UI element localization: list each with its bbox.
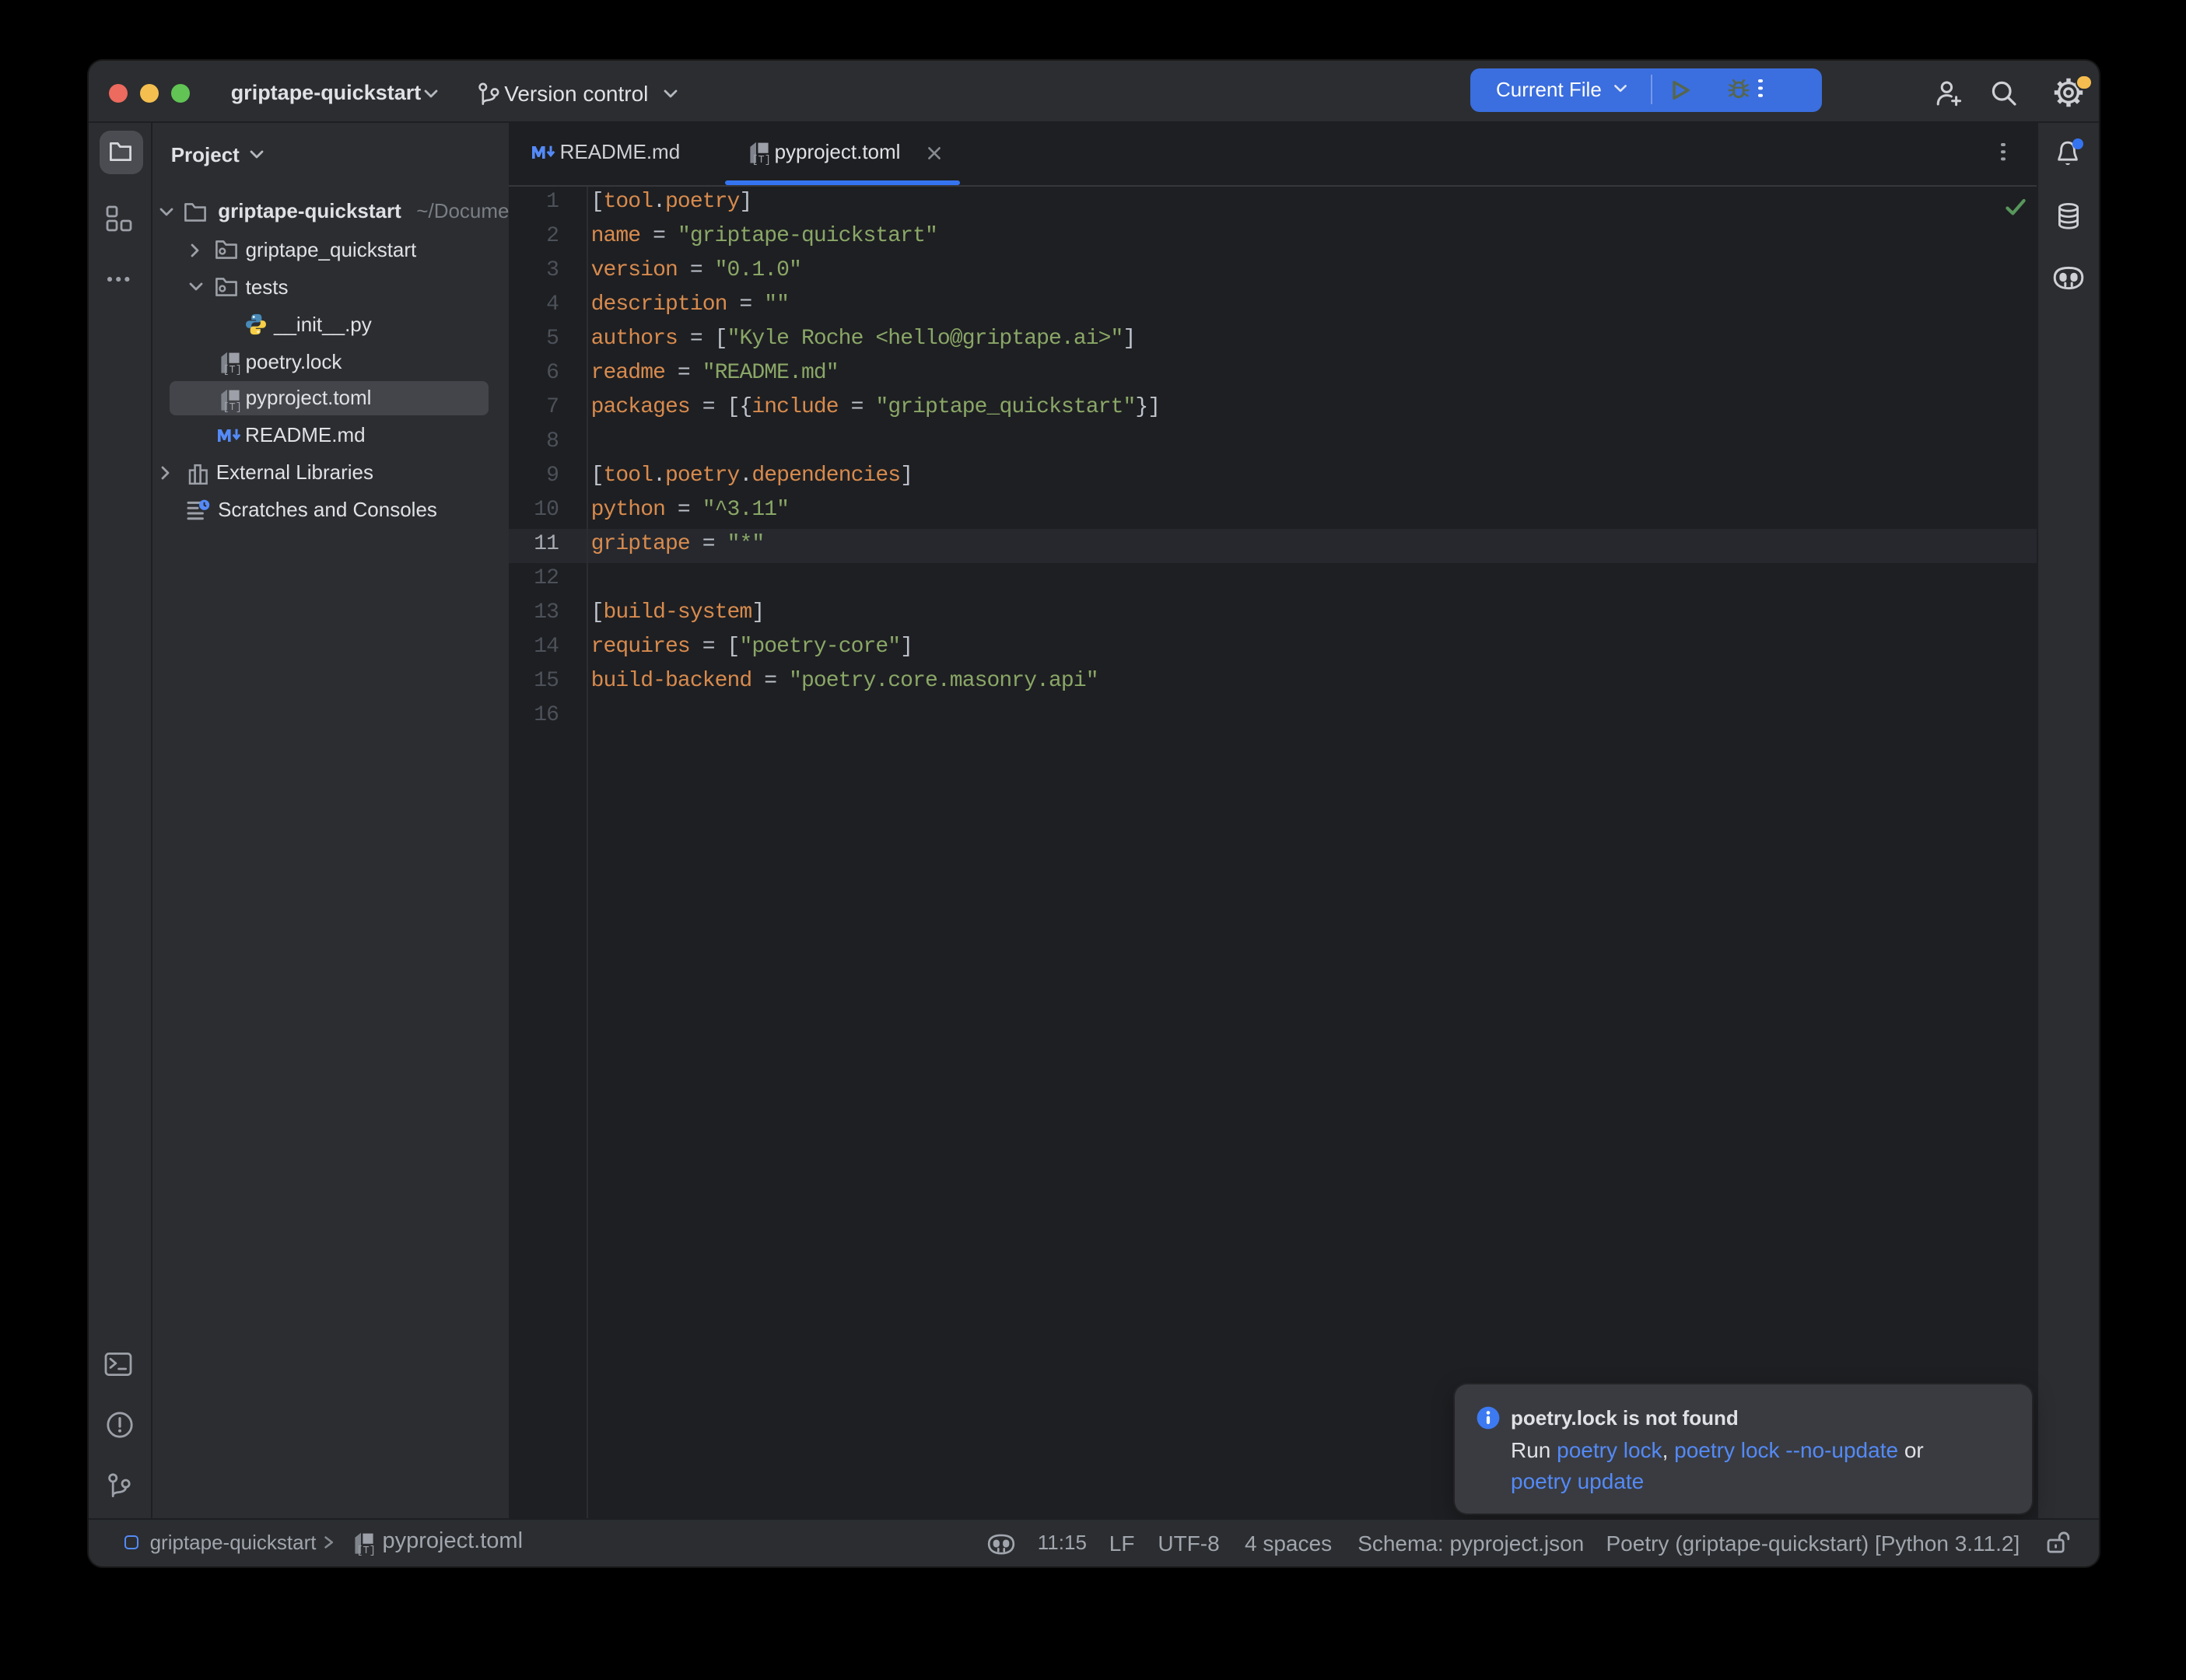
svg-text:[T]: [T] xyxy=(223,401,242,411)
svg-text:[T]: [T] xyxy=(356,1545,375,1555)
svg-text:[T]: [T] xyxy=(751,155,769,165)
svg-text:[T]: [T] xyxy=(223,364,242,374)
